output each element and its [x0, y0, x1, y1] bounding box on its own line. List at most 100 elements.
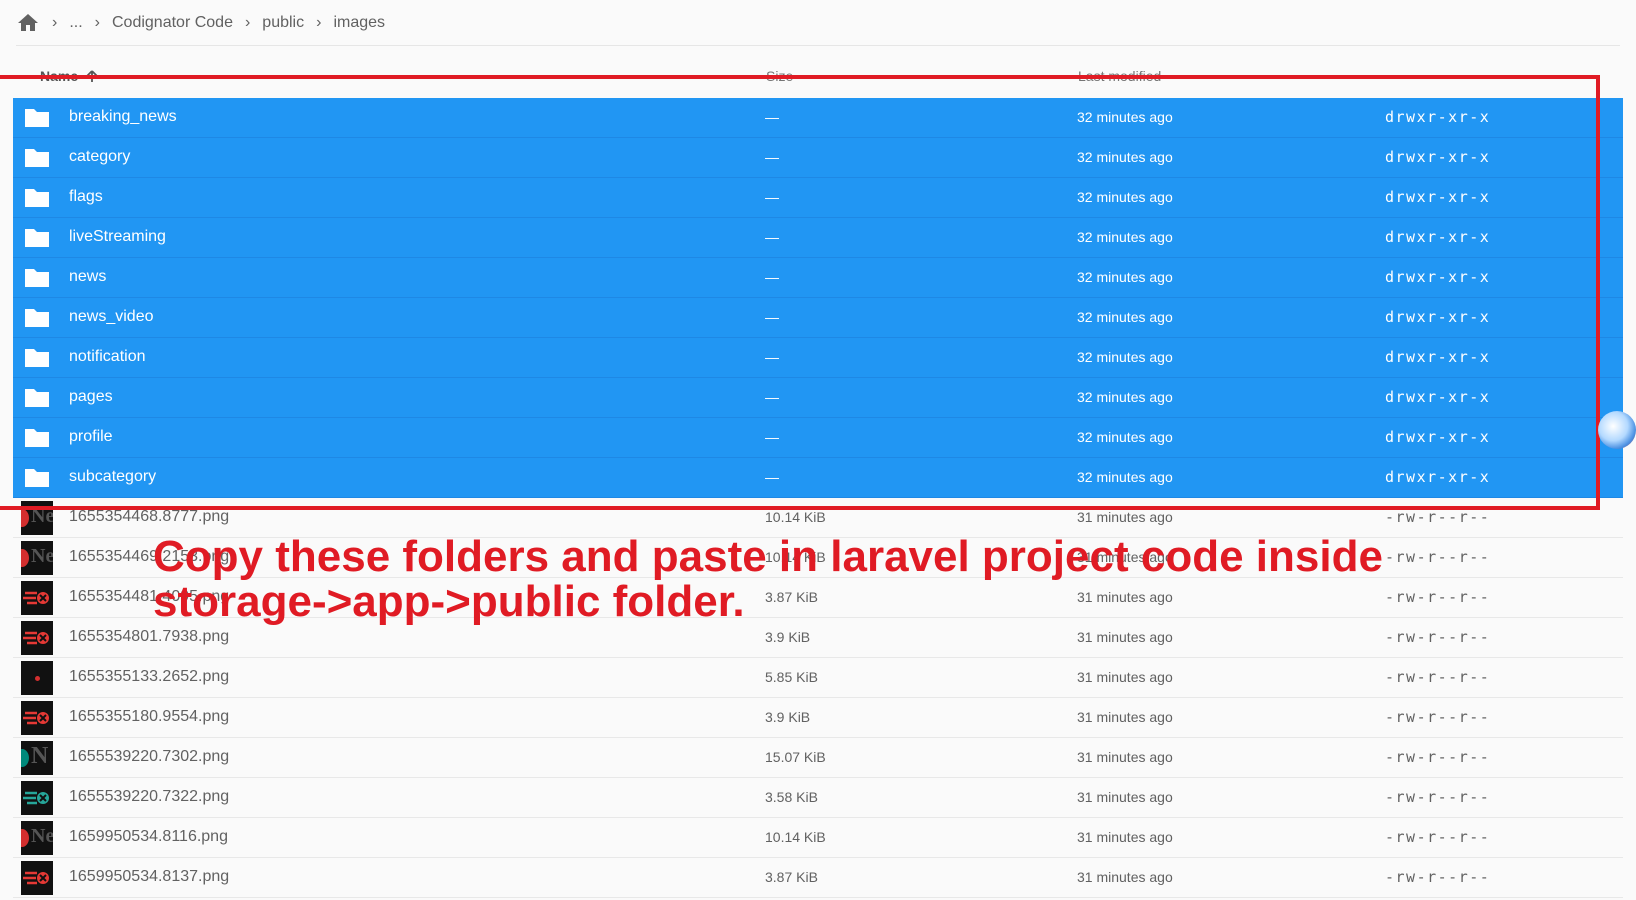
folder-row[interactable]: profile — 32 minutes ago drwxr-xr-x — [13, 418, 1623, 458]
image-thumbnail-icon — [21, 620, 53, 655]
image-thumbnail-icon: Ne — [21, 540, 53, 575]
item-modified: 32 minutes ago — [1077, 429, 1173, 445]
column-header-row: Name Size Last modified — [14, 56, 1622, 96]
image-thumbnail-icon — [21, 580, 53, 615]
folder-icon — [21, 222, 53, 253]
item-name: 1659950534.8116.png — [69, 828, 228, 845]
chevron-right-icon: › — [316, 13, 322, 31]
item-name: 1655354468.8777.png — [69, 508, 230, 525]
item-size: 3.87 KiB — [765, 869, 818, 885]
file-row[interactable]: 1655355180.9554.png 3.9 KiB 31 minutes ago… — [13, 698, 1623, 738]
image-thumbnail-icon: Ne — [21, 820, 53, 855]
item-size: 10.14 KiB — [765, 509, 826, 525]
item-permissions: drwxr-xr-x — [1385, 388, 1491, 406]
item-name: profile — [69, 428, 113, 445]
folder-row[interactable]: notification — 32 minutes ago drwxr-xr-x — [13, 338, 1623, 378]
item-size: — — [765, 389, 779, 405]
item-size: 3.58 KiB — [765, 789, 818, 805]
image-thumbnail-icon — [21, 700, 53, 735]
annotation-text: Copy these folders and paste in laravel … — [153, 534, 1403, 624]
item-name: 1655539220.7302.png — [69, 748, 230, 765]
item-name: subcategory — [69, 468, 157, 485]
breadcrumb-ellipsis[interactable]: ... — [69, 14, 82, 32]
column-header-size[interactable]: Size — [766, 68, 793, 84]
file-list: breaking_news —32 minutes ago drwxr-xr-x ca… — [13, 98, 1623, 898]
folder-icon — [21, 422, 53, 453]
breadcrumb-public[interactable]: public — [262, 14, 304, 32]
item-size: 15.07 KiB — [765, 749, 826, 765]
item-permissions: -rw-r--r-- — [1385, 788, 1491, 806]
folder-icon — [21, 302, 53, 333]
item-name: news — [69, 268, 107, 285]
item-permissions: -rw-r--r-- — [1385, 748, 1491, 766]
chevron-right-icon: › — [52, 13, 58, 31]
assistant-avatar-icon[interactable] — [1598, 411, 1636, 449]
annotation-line-2: storage->app->public folder. — [153, 577, 745, 626]
chevron-right-icon: › — [94, 13, 100, 31]
file-row[interactable]: 1659950534.8137.png 3.87 KiB 31 minutes ag… — [13, 858, 1623, 898]
item-modified: 31 minutes ago — [1077, 709, 1173, 725]
item-modified: 32 minutes ago — [1077, 469, 1173, 485]
breadcrumb-images[interactable]: images — [333, 14, 385, 32]
annotation-line-1: Copy these folders and paste in laravel … — [153, 532, 1383, 581]
item-modified: 32 minutes ago — [1077, 269, 1173, 285]
item-modified: 32 minutes ago — [1077, 189, 1173, 205]
item-size: — — [765, 349, 779, 365]
item-modified: 31 minutes ago — [1077, 789, 1173, 805]
item-size: 3.9 KiB — [765, 709, 811, 725]
file-row[interactable]: Ne 1659950534.8116.png 10.14 KiB 31 minutes… — [13, 818, 1623, 858]
image-thumbnail-icon: N — [21, 740, 53, 775]
item-modified: 31 minutes ago — [1077, 829, 1173, 845]
folder-row[interactable]: liveStreaming — 32 minutes ago drwxr-xr-x — [13, 218, 1623, 258]
folder-icon — [21, 262, 53, 293]
item-modified: 32 minutes ago — [1077, 229, 1173, 245]
item-modified: 32 minutes ago — [1077, 109, 1173, 125]
item-modified: 32 minutes ago — [1077, 389, 1173, 405]
folder-icon — [21, 182, 53, 213]
item-name: 1655539220.7322.png — [69, 788, 230, 805]
folder-row[interactable]: breaking_news — 32 minutes ago drwxr-xr-x — [13, 98, 1623, 138]
breadcrumb-codignator-code[interactable]: Codignator Code — [112, 14, 233, 32]
folder-row[interactable]: subcategory — 32 minutes ago drwxr-xr-x — [13, 458, 1623, 498]
item-name: category — [69, 148, 131, 165]
item-permissions: drwxr-xr-x — [1385, 308, 1491, 326]
item-modified: 31 minutes ago — [1077, 509, 1173, 525]
item-name: pages — [69, 388, 113, 405]
item-name: 1655355133.2652.png — [69, 668, 230, 685]
column-header-modified[interactable]: Last modified — [1078, 68, 1161, 84]
file-row[interactable]: N 1655539220.7302.png 15.07 KiB 31 minutes … — [13, 738, 1623, 778]
file-row[interactable]: 1655355133.2652.png 5.85 KiB 31 minutes ag… — [13, 658, 1623, 698]
folder-icon — [21, 102, 53, 133]
item-permissions: drwxr-xr-x — [1385, 148, 1491, 166]
item-name: liveStreaming — [69, 228, 166, 245]
file-row[interactable]: 1655539220.7322.png 3.58 KiB 31 minutes ag… — [13, 778, 1623, 818]
item-size: — — [765, 109, 779, 125]
folder-row[interactable]: flags — 32 minutes ago drwxr-xr-x — [13, 178, 1623, 218]
breadcrumb: › ... › Codignator Code › public › image… — [16, 0, 1620, 46]
item-permissions: -rw-r--r-- — [1385, 668, 1491, 686]
folder-row[interactable]: news_video — 32 minutes ago drwxr-xr-x — [13, 298, 1623, 338]
item-name: breaking_news — [69, 108, 177, 125]
item-permissions: -rw-r--r-- — [1385, 828, 1491, 846]
item-permissions: drwxr-xr-x — [1385, 108, 1491, 126]
folder-row[interactable]: category — 32 minutes ago drwxr-xr-x — [13, 138, 1623, 178]
item-name: notification — [69, 348, 146, 365]
item-permissions: drwxr-xr-x — [1385, 228, 1491, 246]
item-permissions: -rw-r--r-- — [1385, 508, 1491, 526]
arrow-up-icon — [86, 70, 98, 82]
column-header-name[interactable]: Name — [40, 68, 100, 84]
home-icon[interactable] — [16, 11, 40, 35]
item-size: — — [765, 309, 779, 325]
item-modified: 32 minutes ago — [1077, 149, 1173, 165]
item-permissions: drwxr-xr-x — [1385, 268, 1491, 286]
chevron-right-icon: › — [244, 13, 251, 31]
item-name: news_video — [69, 308, 154, 325]
item-size: — — [765, 149, 779, 165]
folder-icon — [21, 142, 53, 173]
folder-row[interactable]: news — 32 minutes ago drwxr-xr-x — [13, 258, 1623, 298]
item-permissions: drwxr-xr-x — [1385, 468, 1491, 486]
item-name: flags — [69, 188, 103, 205]
image-thumbnail-icon: Ne — [21, 500, 53, 535]
folder-row[interactable]: pages — 32 minutes ago drwxr-xr-x — [13, 378, 1623, 418]
item-size: 3.9 KiB — [765, 629, 811, 645]
